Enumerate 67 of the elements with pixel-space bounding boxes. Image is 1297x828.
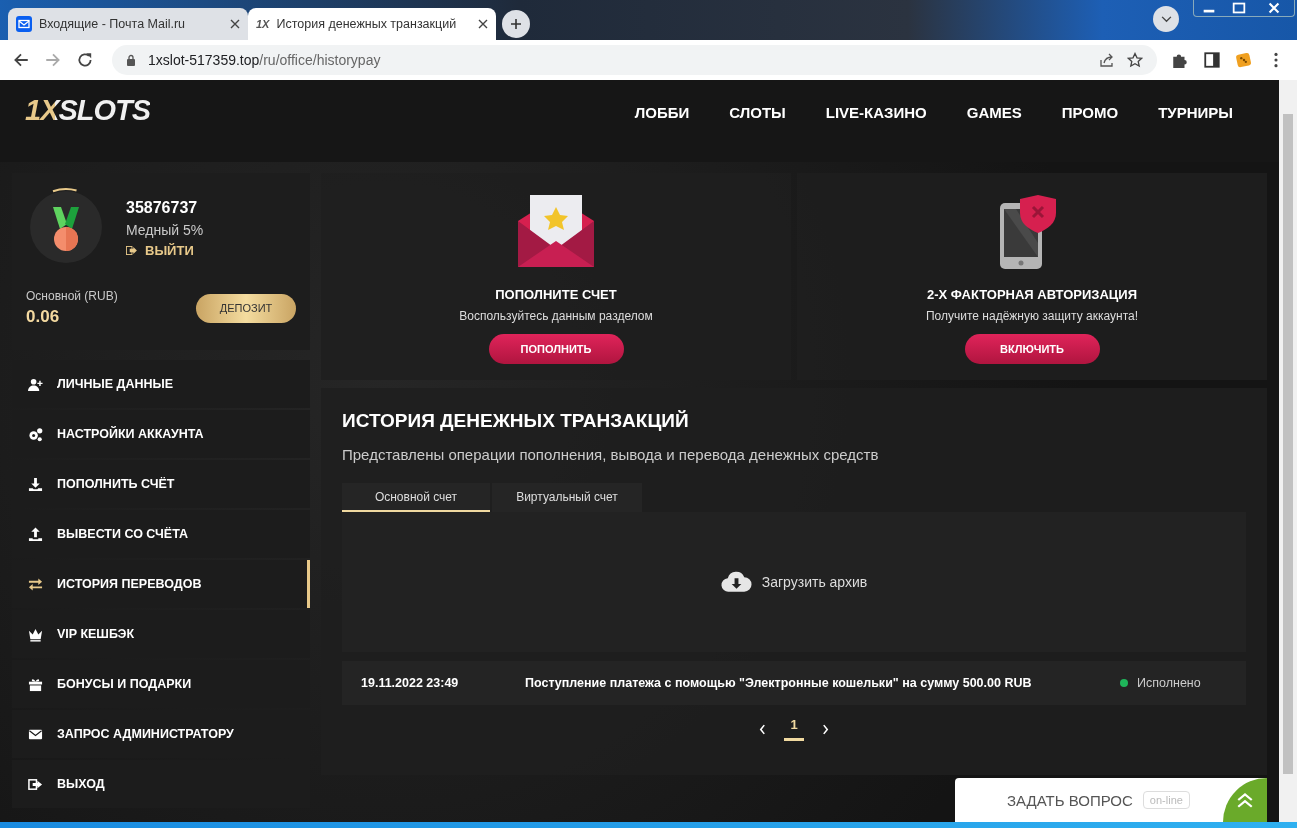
card-description: Получите надёжную защиту аккаунта! (926, 309, 1138, 323)
chevron-down-icon (1160, 15, 1172, 23)
account-tab[interactable]: Виртуальный счет (492, 483, 642, 512)
cloud-download-icon (720, 571, 752, 593)
balance-label: Основной (RUB) (26, 289, 118, 303)
lock-icon (126, 54, 136, 66)
dice-icon[interactable] (1235, 51, 1253, 69)
site-favicon: 1X (256, 18, 270, 30)
url-text: 1xslot-517359.top/ru/office/historypay (148, 52, 381, 68)
nav-link[interactable]: СЛОТЫ (729, 104, 786, 121)
browser-tab[interactable]: 1X История денежных транзакций (248, 8, 496, 40)
tab-title: История денежных транзакций (276, 17, 458, 31)
user-plus-icon (28, 376, 43, 392)
star-icon[interactable] (1127, 52, 1143, 68)
exit-icon (126, 246, 137, 255)
card-title: ПОПОЛНИТЕ СЧЕТ (495, 287, 617, 302)
transfer-arrows-icon (28, 576, 43, 592)
nav-link[interactable]: GAMES (966, 104, 1022, 121)
page-number[interactable]: 1 (784, 717, 804, 741)
logout-link[interactable]: ВЫЙТИ (126, 243, 204, 258)
card-description: Воспользуйтесь данным разделом (459, 309, 653, 323)
crown-icon (28, 626, 43, 642)
plus-icon (510, 18, 522, 30)
close-icon[interactable] (478, 19, 488, 29)
account-id: 35876737 (126, 199, 199, 217)
chat-label: ЗАДАТЬ ВОПРОС (1007, 791, 1133, 809)
side-panel-icon[interactable] (1203, 51, 1221, 69)
card-action-button[interactable]: ПОПОЛНИТЬ (488, 334, 624, 364)
transaction-date: 19.11.2022 23:49 (361, 676, 460, 690)
nav-link[interactable]: ПРОМО (1061, 104, 1119, 121)
chevron-right-icon[interactable] (821, 723, 829, 735)
account-tab[interactable]: Основной счет (342, 483, 490, 512)
exit-icon (28, 776, 43, 792)
balance-amount: 0.06 (26, 307, 61, 327)
section-title: ИСТОРИЯ ДЕНЕЖНЫХ ТРАНЗАКЦИЙ (342, 410, 690, 432)
transaction-status: Исполнено (1137, 676, 1202, 690)
chevron-left-icon[interactable] (759, 723, 767, 735)
download-archive-button[interactable]: Загрузить архив (714, 570, 874, 594)
online-badge: on-line (1142, 791, 1190, 809)
envelope-icon (16, 16, 32, 32)
double-chevron-up-icon (1236, 791, 1254, 809)
scrollbar[interactable] (1279, 80, 1297, 822)
transaction-description: Поступление платежа с помощью "Электронные кошельки" на сумму 500.00 RUB (525, 676, 1033, 690)
close-icon[interactable] (230, 19, 240, 29)
section-description: Представлены операции пополнения, вывода и перевода денежных средств (342, 446, 880, 463)
tab-search-button[interactable] (1153, 6, 1179, 32)
scrollbar-thumb[interactable] (1283, 114, 1293, 774)
share-icon[interactable] (1099, 52, 1115, 68)
address-bar[interactable]: 1xslot-517359.top/ru/office/historypay (112, 45, 1157, 75)
reload-icon[interactable] (76, 51, 94, 69)
upload-icon (28, 526, 43, 542)
card-title: 2-Х ФАКТОРНАЯ АВТОРИЗАЦИЯ (926, 287, 1138, 302)
chat-widget[interactable]: ЗАДАТЬ ВОПРОС on-line (955, 778, 1267, 822)
nav-link[interactable]: LIVE-КАЗИНО (825, 104, 927, 121)
nav-link[interactable]: ТУРНИРЫ (1158, 104, 1233, 121)
scroll-up-button[interactable] (1223, 778, 1267, 822)
envelope-star-icon (518, 193, 594, 269)
back-arrow-icon[interactable] (12, 51, 30, 69)
tab-title: Входящие - Почта Mail.ru (39, 17, 187, 31)
gift-icon (28, 676, 43, 692)
download-icon (28, 476, 43, 492)
card-action-button[interactable]: ВКЛЮЧИТЬ (964, 334, 1100, 364)
browser-tab[interactable]: Входящие - Почта Mail.ru (8, 8, 248, 40)
loyalty-level: Медный 5% (126, 222, 204, 238)
nav-link[interactable]: ЛОББИ (634, 104, 690, 121)
new-tab-button[interactable] (502, 10, 530, 38)
deposit-button[interactable]: ДЕПОЗИТ (196, 293, 296, 323)
